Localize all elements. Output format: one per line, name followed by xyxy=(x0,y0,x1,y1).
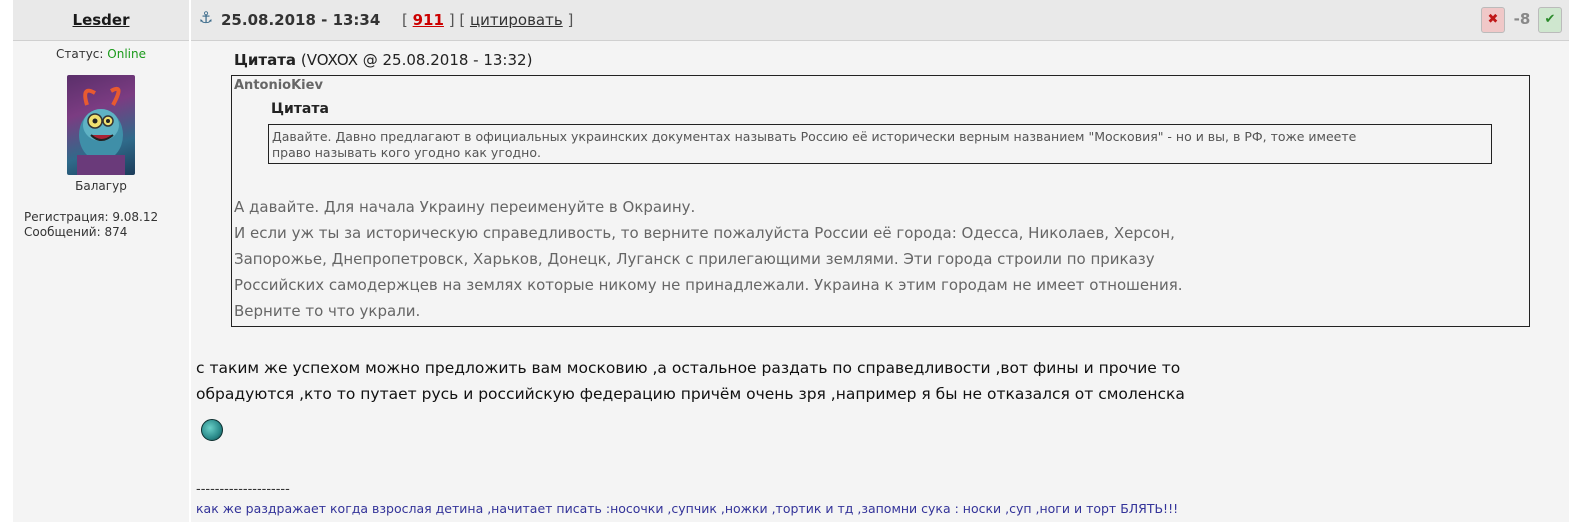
nested-quote-label: Цитата xyxy=(271,101,329,117)
nested-quote-text: Давайте. Давно предлагают в официальных … xyxy=(272,129,1482,161)
smiley-icon xyxy=(201,419,223,441)
avatar[interactable] xyxy=(67,75,135,175)
forum-post: Lesder ⚓ 25.08.2018 - 13:34 [ 911 ] [ ци… xyxy=(0,0,1569,522)
post-date: 25.08.2018 - 13:34 xyxy=(221,11,381,29)
quote-source: (VOXOX @ 25.08.2018 - 13:32) xyxy=(300,51,533,69)
quote-line: Запорожье, Днепропетровск, Харьков, Доне… xyxy=(234,250,1155,268)
message-count: Сообщений: 874 xyxy=(24,225,128,239)
cite-link[interactable]: цитировать xyxy=(470,11,563,29)
rating-score: -8 xyxy=(1513,10,1531,28)
thumb-up-icon[interactable]: ✔ xyxy=(1538,7,1562,33)
status-online: Online xyxy=(107,47,146,61)
quote-block: AntonioKiev Цитата Давайте. Давно предла… xyxy=(231,75,1530,327)
author-link[interactable]: Lesder xyxy=(13,11,189,29)
post-header-author-cell: Lesder xyxy=(13,0,189,41)
nested-quote-block: Давайте. Давно предлагают в официальных … xyxy=(268,124,1492,164)
user-info-panel: Статус: Online Балагур Регистрация: 9.08… xyxy=(13,41,189,522)
quote-author: AntonioKiev xyxy=(234,78,323,93)
quote-line: Верните то что украли. xyxy=(234,302,421,320)
user-stats: Регистрация: 9.08.12 Сообщений: 874 xyxy=(24,210,158,240)
nested-quote-line: право называть кого угодно как угодно. xyxy=(272,145,541,160)
signature: как же раздражает когда взрослая детина … xyxy=(196,501,1179,516)
signature-separator: -------------------- xyxy=(196,482,290,497)
quote-line: А давайте. Для начала Украину переименуй… xyxy=(234,198,696,216)
post-body-line: обрадуются ,кто то путает русь и российс… xyxy=(196,385,1185,403)
quote-line: И если уж ты за историческую справедливо… xyxy=(234,224,1175,242)
anchor-icon[interactable]: ⚓ xyxy=(197,9,215,27)
post-links: [ 911 ] [ цитировать ] xyxy=(402,11,574,29)
post-header-meta-cell: ⚓ 25.08.2018 - 13:34 [ 911 ] [ цитироват… xyxy=(191,0,1569,41)
nested-quote-line: Давайте. Давно предлагают в официальных … xyxy=(272,129,1357,144)
quote-header: Цитата (VOXOX @ 25.08.2018 - 13:32) xyxy=(234,51,532,69)
quote-label: Цитата xyxy=(234,51,297,69)
post-number-link[interactable]: 911 xyxy=(413,11,444,29)
status-label: Статус: xyxy=(55,47,104,61)
user-status: Статус: Online xyxy=(13,47,189,61)
rating-widget: ✖ -8 ✔ xyxy=(1481,7,1562,33)
quote-text: А давайте. Для начала Украину переименуй… xyxy=(234,194,1514,324)
quote-line: Российских самодержцев на землях которые… xyxy=(234,276,1183,294)
registration-date: Регистрация: 9.08.12 xyxy=(24,210,159,224)
user-rank: Балагур xyxy=(75,179,127,193)
post-content: Цитата (VOXOX @ 25.08.2018 - 13:32) Anto… xyxy=(191,41,1569,522)
avatar-image xyxy=(77,86,125,175)
post-body: с таким же успехом можно предложить вам … xyxy=(196,355,1556,407)
post-body-line: с таким же успехом можно предложить вам … xyxy=(196,359,1181,377)
thumb-down-icon[interactable]: ✖ xyxy=(1481,7,1505,33)
